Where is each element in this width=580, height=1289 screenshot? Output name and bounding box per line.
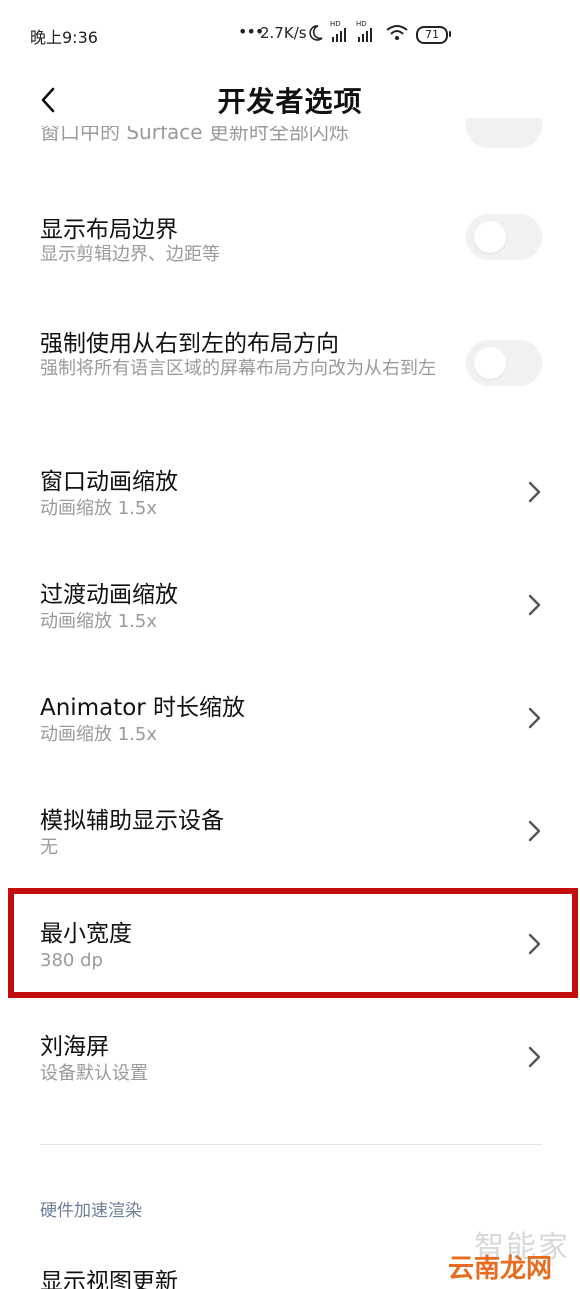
setting-title: 最小宽度 [40, 921, 132, 947]
partial-toggle[interactable] [466, 118, 542, 148]
setting-subtitle: 动画缩放 1.5x [40, 724, 157, 745]
setting-force-rtl[interactable]: 强制使用从右到左的布局方向 强制将所有语言区域的屏幕布局方向改为从右到左 [0, 312, 580, 432]
battery-level: 71 [425, 28, 439, 41]
page-title: 开发者选项 [217, 85, 363, 118]
status-bar: 晚上9:36 ••• 2.7K/s HD HD 71 [0, 0, 580, 70]
setting-title: 模拟辅助显示设备 [40, 808, 224, 834]
chevron-right-icon [528, 933, 541, 955]
partial-item-subtitle: 窗口中的 Surface 更新时全部闪烁 [40, 126, 349, 154]
setting-animator-duration-scale[interactable]: Animator 时长缩放 动画缩放 1.5x [0, 678, 580, 778]
setting-notch[interactable]: 刘海屏 设备默认设置 [0, 1017, 580, 1117]
setting-subtitle: 动画缩放 1.5x [40, 611, 157, 632]
chevron-right-icon [528, 594, 541, 616]
section-divider [40, 1144, 542, 1145]
setting-subtitle: 动画缩放 1.5x [40, 498, 157, 519]
chevron-right-icon [528, 707, 541, 729]
setting-window-animation-scale[interactable]: 窗口动画缩放 动画缩放 1.5x [0, 452, 580, 552]
setting-subtitle: 380 dp [40, 950, 103, 971]
setting-subtitle: 强制将所有语言区域的屏幕布局方向改为从右到左 [40, 358, 436, 379]
setting-title: 显示视图更新 [40, 1269, 178, 1289]
setting-show-layout-bounds[interactable]: 显示布局边界 显示剪辑边界、边距等 [0, 200, 580, 300]
setting-title: 强制使用从右到左的布局方向 [40, 331, 339, 357]
setting-transition-animation-scale[interactable]: 过渡动画缩放 动画缩放 1.5x [0, 565, 580, 665]
hd-signal-icon: HD [330, 20, 346, 42]
partial-item-subtitle-text: 窗口中的 Surface 更新时全部闪烁 [40, 126, 349, 144]
section-header: 硬件加速渲染 [40, 1201, 142, 1221]
setting-title: Animator 时长缩放 [40, 695, 246, 721]
wifi-icon [386, 25, 408, 40]
setting-subtitle: 设备默认设置 [40, 1063, 148, 1084]
setting-title: 窗口动画缩放 [40, 469, 178, 495]
watermark-bottom: 云南龙网 [448, 1254, 553, 1284]
hd-signal-icon: HD [356, 20, 372, 42]
setting-smallest-width[interactable]: 最小宽度 380 dp [0, 904, 580, 1004]
network-speed: 2.7K/s [260, 24, 307, 42]
watermark: 智能家 云南龙网 [448, 1222, 578, 1286]
setting-subtitle: 无 [40, 837, 58, 858]
chevron-right-icon [528, 820, 541, 842]
setting-subtitle: 显示剪辑边界、边距等 [40, 244, 220, 265]
battery-icon: 71 [416, 26, 451, 44]
chevron-right-icon [528, 1046, 541, 1068]
status-time: 晚上9:36 [30, 28, 98, 47]
toggle-switch[interactable] [466, 340, 542, 386]
toggle-knob [474, 347, 506, 379]
setting-simulate-secondary-display[interactable]: 模拟辅助显示设备 无 [0, 791, 580, 891]
setting-title: 刘海屏 [40, 1034, 109, 1060]
setting-title: 过渡动画缩放 [40, 582, 178, 608]
toggle-knob [474, 221, 506, 253]
chevron-right-icon [528, 481, 541, 503]
moon-icon [309, 25, 323, 41]
toggle-switch[interactable] [466, 214, 542, 260]
setting-title: 显示布局边界 [40, 217, 178, 243]
